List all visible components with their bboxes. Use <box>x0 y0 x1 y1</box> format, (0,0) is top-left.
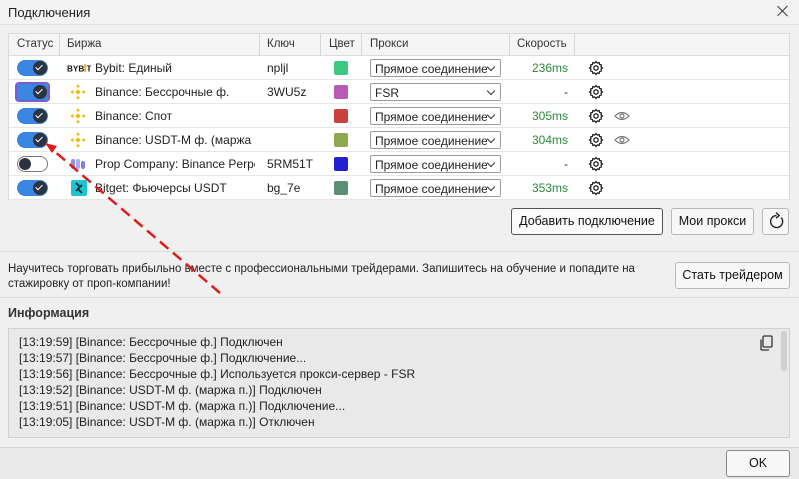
annotation-arrow <box>45 143 221 294</box>
